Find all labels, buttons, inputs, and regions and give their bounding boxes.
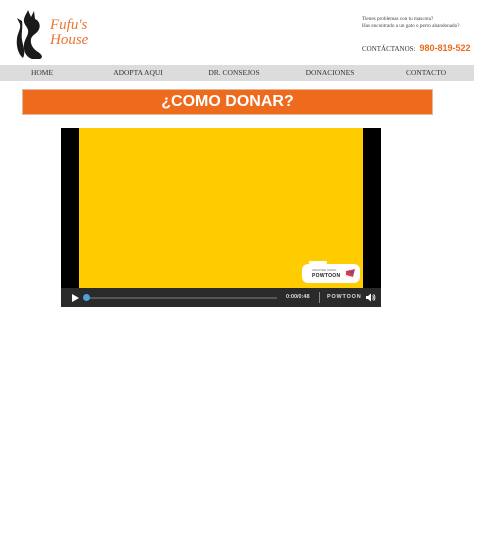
nav-item-adopta-aqui[interactable]: ADOPTA AQUI	[96, 65, 180, 81]
powtoon-watermark[interactable]: CREATED USING POWTOON	[302, 264, 360, 283]
banner-title: ¿COMO DONAR?	[161, 93, 294, 110]
progress-track[interactable]	[85, 297, 277, 299]
video-player[interactable]: CREATED USING POWTOON 0:00/0:48 POWTOON	[61, 128, 381, 307]
nav-item-contacto[interactable]: CONTACTO	[384, 65, 468, 81]
nav-item-home[interactable]: HOME	[0, 65, 84, 81]
donate-banner: ¿COMO DONAR?	[22, 89, 433, 115]
controls-divider	[319, 292, 320, 303]
logo-line-1: Fufu's	[50, 17, 88, 33]
nav-item-donaciones[interactable]: DONACIONES	[288, 65, 372, 81]
contact-box: Tienes problemas con tu mascota? Has enc…	[362, 16, 480, 53]
contact-row: CONTÁCTANOS: 980-819-522	[362, 38, 471, 56]
powtoon-logo-icon	[346, 269, 355, 277]
contact-label: CONTÁCTANOS:	[362, 45, 416, 53]
cat-dog-silhouette-icon	[16, 10, 42, 59]
play-icon[interactable]	[70, 293, 80, 303]
video-time: 0:00/0:48	[286, 294, 310, 300]
nav-item-dr-consejos[interactable]: DR. CONSEJOS	[192, 65, 276, 81]
contact-phone[interactable]: 980-819-522	[420, 43, 471, 53]
watermark-brand-text: POWTOON	[312, 273, 341, 279]
player-brand[interactable]: POWTOON	[327, 292, 362, 303]
volume-icon[interactable]	[365, 292, 376, 303]
logo-text: Fufu's House	[50, 18, 88, 48]
contact-question-2: Has encontrado a un gato o perro abandon…	[362, 23, 460, 29]
watermark-small-text: CREATED USING	[312, 268, 337, 272]
video-controls: 0:00/0:48 POWTOON	[61, 288, 381, 307]
progress-knob[interactable]	[83, 294, 90, 301]
main-nav: HOME ADOPTA AQUI DR. CONSEJOS DONACIONES…	[0, 65, 474, 81]
logo-line-2: House	[50, 32, 89, 48]
contact-question-1: Tienes problemas con tu mascota?	[362, 16, 434, 22]
site-logo[interactable]: Fufu's House	[14, 8, 94, 60]
